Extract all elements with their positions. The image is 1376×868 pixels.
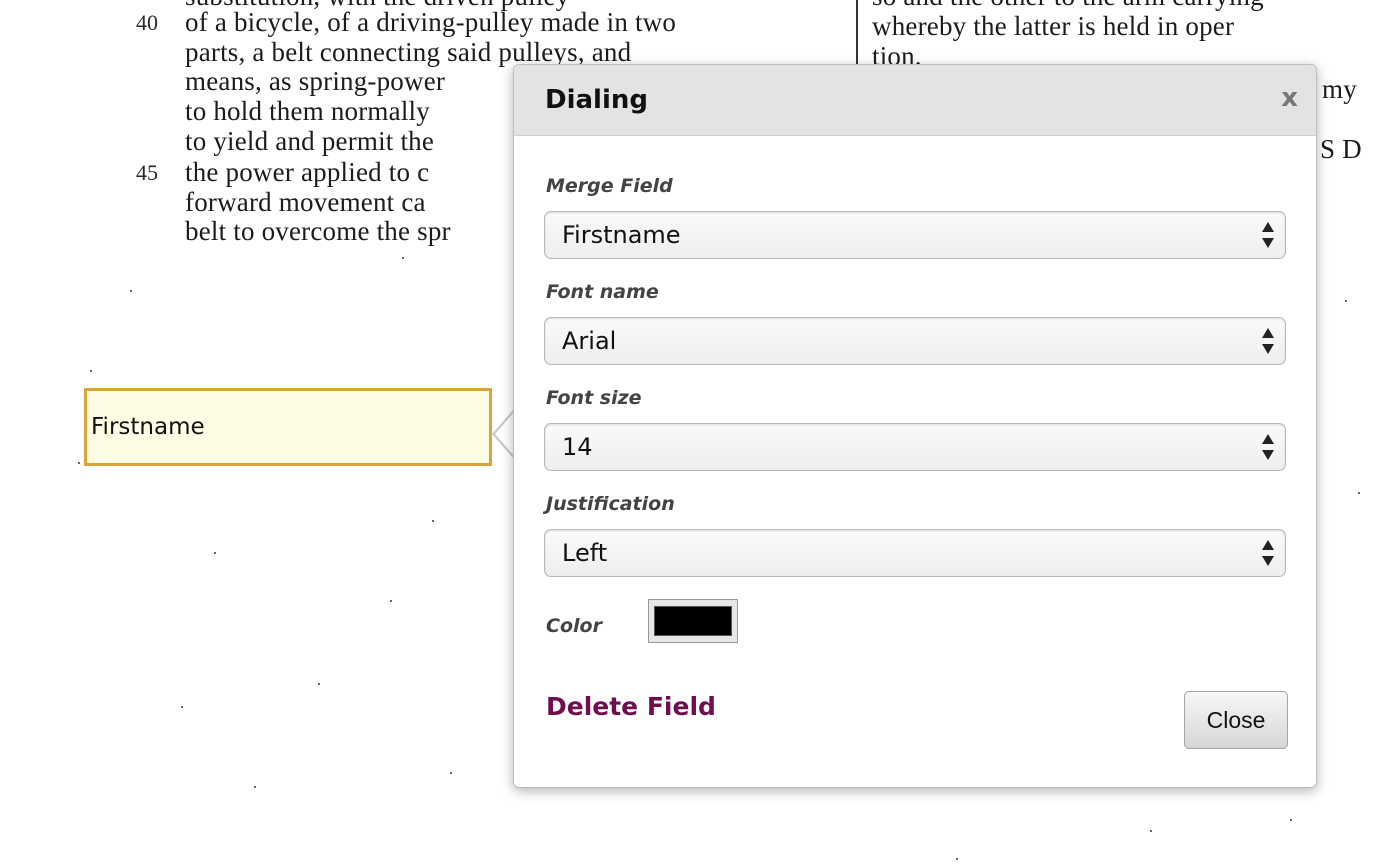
scan-speck [90, 370, 92, 372]
scan-speck [254, 786, 256, 788]
scan-speck [402, 257, 404, 259]
justification-label: Justification [546, 493, 675, 515]
document-line-number: 45 [136, 160, 158, 185]
close-button[interactable]: Close [1184, 691, 1288, 749]
select-arrows-icon [1262, 328, 1274, 354]
scan-speck [956, 858, 958, 860]
scan-speck [390, 600, 392, 602]
merge-field-select[interactable]: Firstname [544, 211, 1286, 259]
document-line-number: 40 [136, 10, 158, 35]
font-name-select[interactable]: Arial [544, 317, 1286, 365]
scan-speck [432, 520, 434, 522]
scan-speck [1358, 492, 1360, 494]
document-text-line: forward movement ca [185, 187, 426, 217]
font-name-label: Font name [546, 281, 659, 303]
merge-field-box[interactable]: Firstname [84, 388, 492, 466]
font-name-select-value: Arial [562, 327, 617, 355]
document-text-line: belt to overcome the spr [185, 216, 451, 246]
document-text-line: parts, a belt connecting said pulleys, a… [185, 37, 632, 67]
scan-speck [214, 552, 216, 554]
justification-select-value: Left [562, 539, 608, 567]
close-icon[interactable]: x [1281, 83, 1298, 113]
document-text-line: of a bicycle, of a driving-pulley made i… [185, 7, 677, 37]
select-arrows-icon [1262, 222, 1274, 248]
color-label: Color [546, 615, 602, 637]
scan-speck [1290, 819, 1292, 821]
document-text-line: S D [1320, 134, 1362, 164]
delete-field-link[interactable]: Delete Field [546, 692, 716, 721]
scan-speck [130, 290, 132, 292]
column-divider [856, 0, 858, 66]
scan-speck [1345, 300, 1347, 302]
document-text-line: so and the other to the arm carrying [872, 0, 1264, 11]
dialog-title: Dialing [545, 85, 648, 115]
font-size-select-value: 14 [562, 433, 593, 461]
document-text-line: to yield and permit the [185, 126, 435, 156]
color-picker-swatch[interactable] [648, 599, 738, 643]
merge-field-label: Firstname [91, 414, 205, 440]
dialog-pointer-fill [495, 411, 515, 457]
document-text-line: to hold them normally [185, 96, 430, 126]
scan-speck [318, 683, 320, 685]
justification-select[interactable]: Left [544, 529, 1286, 577]
color-swatch-fill [654, 606, 732, 636]
document-text-line: means, as spring-power [185, 66, 446, 96]
field-settings-dialog: Dialing x Merge Field Firstname Font nam… [513, 64, 1317, 788]
scan-speck [450, 772, 452, 774]
scan-speck [1150, 830, 1152, 832]
dialog-header: Dialing x [514, 65, 1316, 136]
scan-speck [78, 462, 80, 464]
document-text-line: the power applied to c [185, 157, 430, 187]
document-text-line: whereby the latter is held in oper [872, 11, 1235, 41]
scan-speck [181, 706, 183, 708]
font-size-label: Font size [546, 387, 642, 409]
select-arrows-icon [1262, 434, 1274, 460]
merge-field-select-value: Firstname [562, 221, 681, 249]
font-size-select[interactable]: 14 [544, 423, 1286, 471]
document-text-line: my [1322, 74, 1357, 104]
select-arrows-icon [1262, 540, 1274, 566]
merge-field-label-text: Merge Field [546, 175, 673, 197]
